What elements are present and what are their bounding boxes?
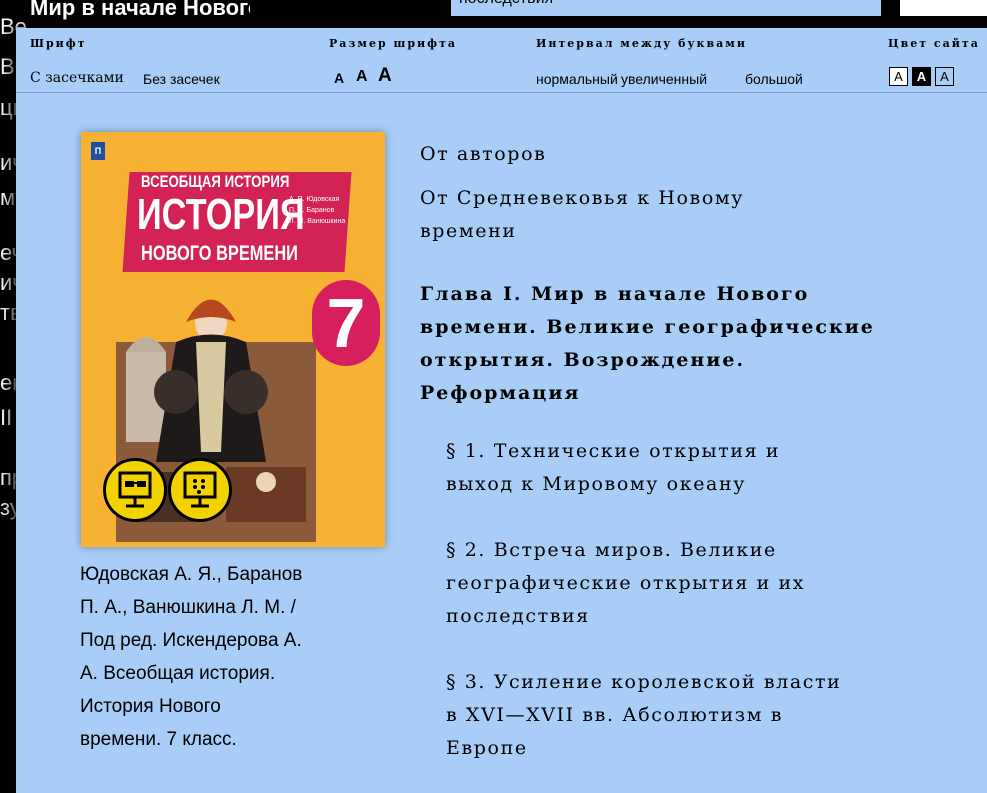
font-size-large[interactable]: А bbox=[378, 65, 392, 87]
background-top-box: последствия bbox=[448, 0, 884, 16]
toc-item-middle-ages-to-modern[interactable]: От Средневековья к Новому времени bbox=[420, 182, 744, 248]
letter-spacing-heading: Интервал между буквами bbox=[536, 37, 747, 50]
font-heading: Шрифт bbox=[30, 37, 87, 50]
accessible-version-panel: Шрифт С засечками Без засечек Размер шри… bbox=[16, 28, 987, 793]
spacing-large-option[interactable]: большой bbox=[745, 71, 803, 87]
cover-series: ВСЕОБЩАЯ ИСТОРИЯ bbox=[141, 172, 290, 191]
accessibility-toolbar: Шрифт С засечками Без засечек Размер шри… bbox=[16, 28, 987, 93]
font-size-heading: Размер шрифта bbox=[329, 37, 458, 50]
toc-section-2[interactable]: § 2. Встреча миров. Великие географическ… bbox=[446, 534, 805, 633]
braille-icon bbox=[168, 458, 232, 522]
toc-section-3[interactable]: § 3. Усиление королевской власти в XVI—X… bbox=[446, 666, 841, 765]
grade-badge: 7 bbox=[312, 280, 380, 366]
background-heading: Мир в начале Нового bbox=[30, 0, 250, 20]
book-cover[interactable]: П ВСЕОБЩАЯ ИСТОРИЯ ИСТОРИЯ НОВОГО ВРЕМЕН… bbox=[81, 132, 385, 547]
publisher-logo: П bbox=[91, 142, 105, 160]
book-caption: Юдовская А. Я., Баранов П. А., Ванюшкина… bbox=[80, 564, 303, 750]
font-size-small[interactable]: А bbox=[334, 70, 344, 86]
toc-section-1[interactable]: § 1. Технические открытия и выход к Миро… bbox=[446, 435, 780, 501]
background-left-text-1: В bbox=[0, 54, 15, 79]
low-vision-icon bbox=[103, 458, 167, 522]
site-color-heading: Цвет сайта bbox=[888, 37, 980, 50]
cover-title: ИСТОРИЯ bbox=[137, 190, 305, 239]
color-white-button[interactable]: А bbox=[889, 67, 908, 86]
toc-item-from-authors[interactable]: От авторов bbox=[420, 138, 546, 171]
background-left-text-9: II bbox=[0, 405, 13, 430]
cover-subtitle: НОВОГО ВРЕМЕНИ bbox=[141, 242, 298, 265]
color-black-button[interactable]: А bbox=[912, 67, 931, 86]
spacing-increased-option[interactable]: увеличенный bbox=[621, 71, 707, 87]
cover-authors: А. Я. Юдовская П. А. Баранов Л. М. Ванюш… bbox=[289, 196, 346, 225]
spacing-normal-option[interactable]: нормальный bbox=[536, 71, 618, 87]
font-size-medium[interactable]: А bbox=[356, 68, 368, 86]
font-serif-option[interactable]: С засечками bbox=[30, 70, 124, 86]
font-sans-option[interactable]: Без засечек bbox=[143, 71, 220, 87]
toc-chapter-1[interactable]: Глава I. Мир в начале Нового времени. Ве… bbox=[420, 278, 875, 410]
color-blue-button[interactable]: А bbox=[935, 67, 954, 86]
background-top-right bbox=[900, 0, 987, 16]
